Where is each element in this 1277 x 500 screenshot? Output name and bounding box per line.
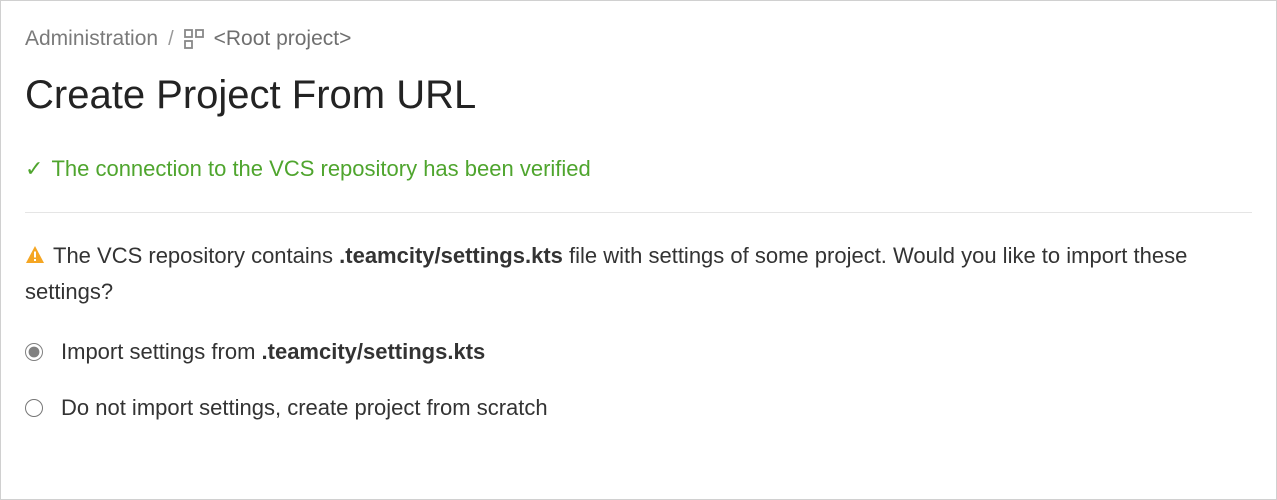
page-title: Create Project From URL <box>25 73 1252 118</box>
project-icon <box>184 29 204 49</box>
warning-icon <box>25 241 45 275</box>
create-project-panel: Administration / <Root project> Create P… <box>0 0 1277 500</box>
breadcrumb-admin-link[interactable]: Administration <box>25 27 158 51</box>
import-option-file-path: .teamcity/settings.kts <box>262 339 486 364</box>
label-create-from-scratch[interactable]: Do not import settings, create project f… <box>61 395 548 421</box>
info-file-path: .teamcity/settings.kts <box>339 243 563 268</box>
option-create-from-scratch[interactable]: Do not import settings, create project f… <box>25 395 1252 421</box>
info-prefix: The VCS repository contains <box>53 243 339 268</box>
option-import-settings[interactable]: Import settings from .teamcity/settings.… <box>25 339 1252 365</box>
breadcrumb-separator: / <box>168 28 174 51</box>
breadcrumb-root-project-link[interactable]: <Root project> <box>214 27 352 51</box>
label-import-settings[interactable]: Import settings from .teamcity/settings.… <box>61 339 485 365</box>
radio-create-from-scratch[interactable] <box>25 399 43 417</box>
success-text: The connection to the VCS repository has… <box>51 156 590 182</box>
settings-detected-message: The VCS repository contains .teamcity/se… <box>25 239 1252 309</box>
breadcrumb: Administration / <Root project> <box>25 27 1252 51</box>
radio-import-settings[interactable] <box>25 343 43 361</box>
check-icon: ✓ <box>25 158 43 180</box>
import-option-prefix: Import settings from <box>61 339 262 364</box>
vcs-connection-success-message: ✓ The connection to the VCS repository h… <box>25 156 1252 213</box>
